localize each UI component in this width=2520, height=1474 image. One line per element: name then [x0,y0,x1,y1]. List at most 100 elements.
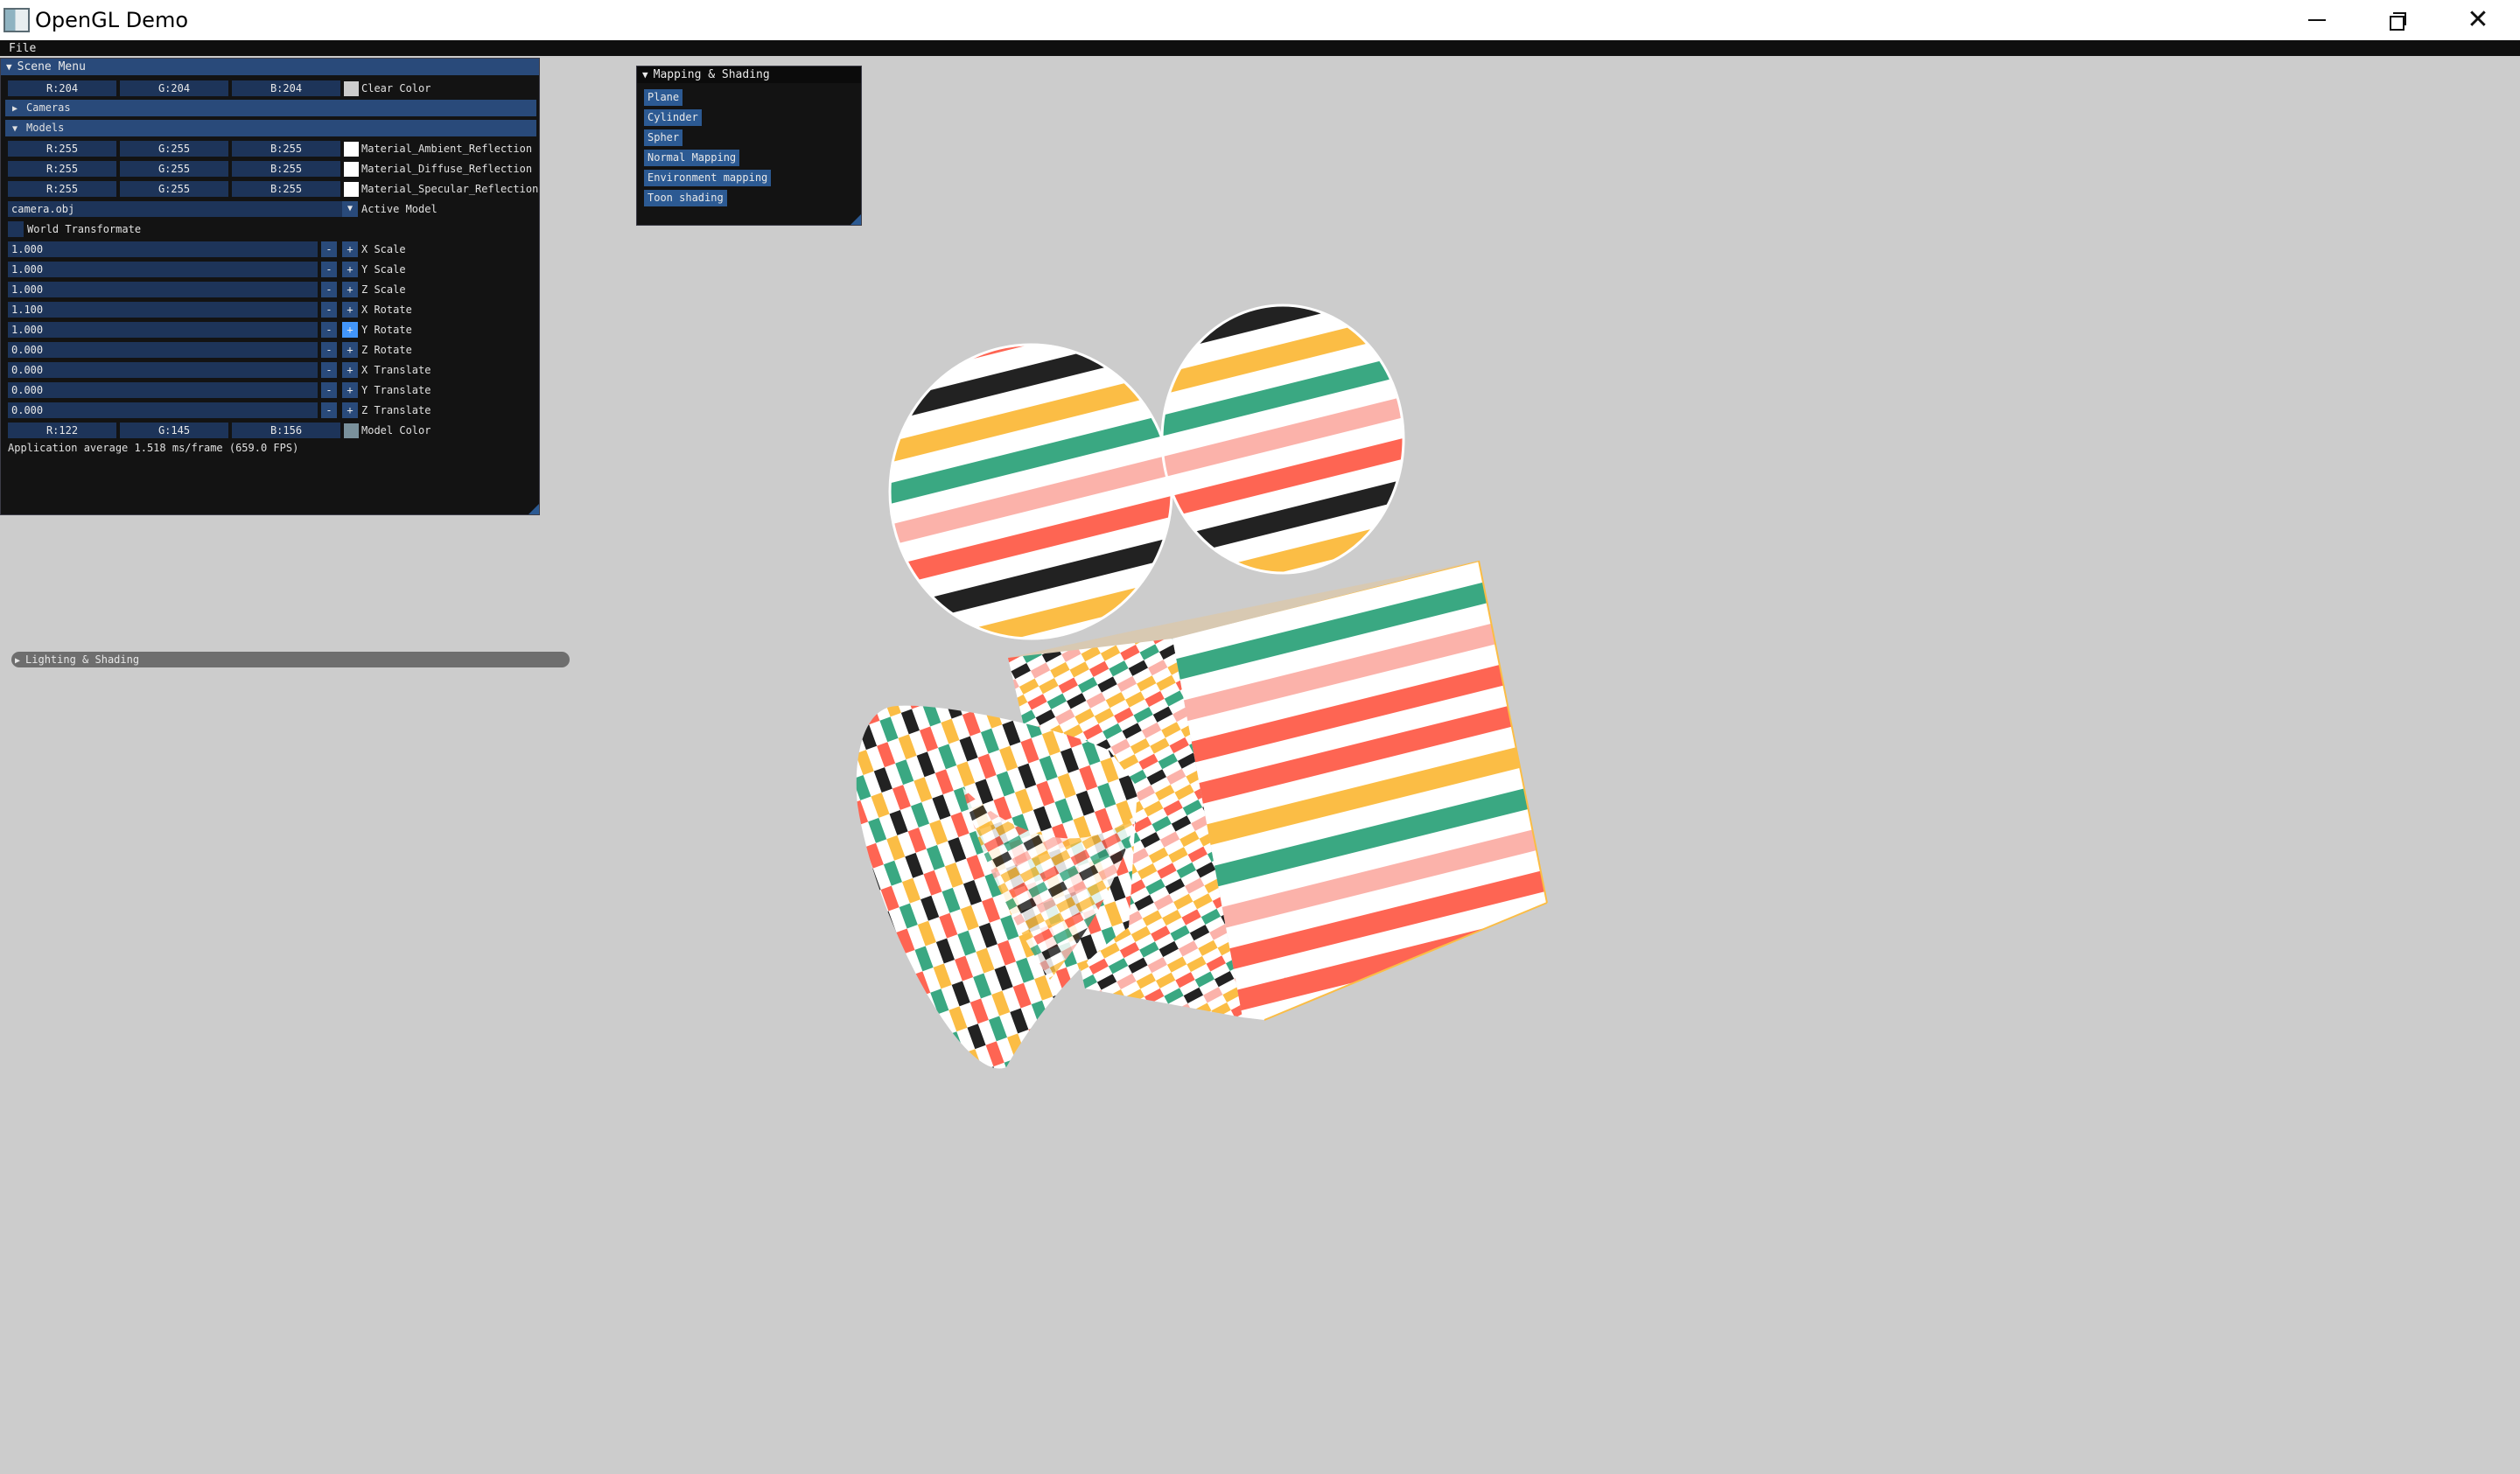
resize-grip-icon[interactable] [528,504,539,514]
window-titlebar: OpenGL Demo ✕ [0,0,2520,40]
x-rotate-plus-button[interactable]: + [342,302,358,318]
z-translate-input[interactable]: 0.000 [8,402,318,418]
y-rotate-minus-button[interactable]: - [321,322,337,338]
model-color-g[interactable]: G:145 [120,423,228,438]
minimize-button[interactable] [2277,0,2357,40]
model-color-label: Model Color [361,424,431,437]
collapse-arrow-icon: ▼ [12,124,18,134]
clear-color-g[interactable]: G:204 [120,80,228,96]
world-transform-checkbox[interactable] [8,221,24,237]
close-button[interactable]: ✕ [2438,0,2518,40]
cylinder-button[interactable]: Cylinder [644,109,702,126]
z-rotate-input[interactable]: 0.000 [8,342,318,358]
toon-shading-button[interactable]: Toon shading [644,190,727,206]
clear-color-label: Clear Color [361,82,431,94]
environment-mapping-button[interactable]: Environment mapping [644,170,772,186]
scene-menu-window[interactable]: ▼ Scene Menu R:204 G:204 B:204 Clear Colo… [0,58,540,515]
minimize-icon [2308,19,2326,21]
z-rotate-minus-button[interactable]: - [321,342,337,358]
plane-button[interactable]: Plane [644,89,683,106]
y-rotate-label: Y Rotate [361,324,412,336]
reel-left [888,343,1173,640]
world-transform-label: World Transformate [27,223,142,235]
normal-mapping-button[interactable]: Normal Mapping [644,150,740,166]
y-scale-minus-button[interactable]: - [321,262,337,277]
cameras-header[interactable]: ▶ Cameras [5,100,536,116]
model-color-r[interactable]: R:122 [8,423,116,438]
y-rotate-input[interactable]: 1.000 [8,322,318,338]
specular-g[interactable]: G:255 [120,181,228,197]
x-rotate-minus-button[interactable]: - [321,302,337,318]
x-scale-minus-button[interactable]: - [321,241,337,257]
active-model-label: Active Model [361,203,438,215]
scene-menu-titlebar[interactable]: ▼ Scene Menu [1,59,539,75]
z-rotate-plus-button[interactable]: + [342,342,358,358]
models-header[interactable]: ▼ Models [5,120,536,136]
y-scale-input[interactable]: 1.000 [8,262,318,277]
scene-menu-title: Scene Menu [17,60,86,73]
menu-bar: File [0,40,2520,56]
collapse-arrow-icon[interactable]: ▼ [6,61,12,73]
specular-label: Material_Specular_Reflection [361,183,539,195]
y-translate-plus-button[interactable]: + [342,382,358,398]
resize-grip-icon[interactable] [850,214,861,225]
chevron-down-icon[interactable]: ▼ [342,201,358,217]
clear-color-b[interactable]: B:204 [232,80,340,96]
ambient-b[interactable]: B:255 [232,141,340,157]
ambient-g[interactable]: G:255 [120,141,228,157]
window-title: OpenGL Demo [35,8,189,32]
z-translate-minus-button[interactable]: - [321,402,337,418]
mapping-shading-title: Mapping & Shading [653,68,770,81]
model-color-swatch[interactable] [344,423,359,438]
y-translate-minus-button[interactable]: - [321,382,337,398]
diffuse-label: Material_Diffuse_Reflection [361,163,533,175]
diffuse-b[interactable]: B:255 [232,161,340,177]
model-color-b[interactable]: B:156 [232,423,340,438]
ambient-swatch[interactable] [344,142,359,157]
reel-right [1160,304,1405,575]
x-rotate-input[interactable]: 1.100 [8,302,318,318]
x-translate-label: X Translate [361,364,431,376]
mapping-shading-titlebar[interactable]: ▼ Mapping & Shading [637,66,861,83]
x-scale-input[interactable]: 1.000 [8,241,318,257]
clear-color-swatch[interactable] [344,81,359,96]
y-scale-label: Y Scale [361,263,406,276]
x-translate-minus-button[interactable]: - [321,362,337,378]
menu-file[interactable]: File [9,42,36,55]
active-model-value: camera.obj [11,203,75,215]
z-scale-plus-button[interactable]: + [342,282,358,297]
lighting-shading-title: Lighting & Shading [25,653,140,666]
expand-arrow-icon: ▶ [12,104,18,114]
specular-r[interactable]: R:255 [8,181,116,197]
active-model-combo[interactable]: camera.obj ▼ [8,201,358,217]
sphere-button[interactable]: Spher [644,129,683,146]
y-rotate-plus-button[interactable]: + [342,322,358,338]
y-scale-plus-button[interactable]: + [342,262,358,277]
x-rotate-label: X Rotate [361,304,412,316]
z-scale-label: Z Scale [361,283,406,296]
diffuse-swatch[interactable] [344,162,359,177]
x-scale-plus-button[interactable]: + [342,241,358,257]
diffuse-g[interactable]: G:255 [120,161,228,177]
z-scale-minus-button[interactable]: - [321,282,337,297]
app-icon [4,8,30,32]
diffuse-r[interactable]: R:255 [8,161,116,177]
y-translate-input[interactable]: 0.000 [8,382,318,398]
z-rotate-label: Z Rotate [361,344,412,356]
models-header-label: Models [26,122,65,134]
fps-readout: Application average 1.518 ms/frame (659.… [8,442,299,454]
expand-arrow-icon[interactable]: ▶ [15,656,20,666]
collapse-arrow-icon[interactable]: ▼ [642,69,648,80]
ambient-label: Material_Ambient_Reflection [361,143,533,155]
clear-color-r[interactable]: R:204 [8,80,116,96]
x-translate-plus-button[interactable]: + [342,362,358,378]
z-scale-input[interactable]: 1.000 [8,282,318,297]
x-translate-input[interactable]: 0.000 [8,362,318,378]
mapping-shading-window[interactable]: ▼ Mapping & Shading Plane Cylinder Spher … [636,66,862,226]
z-translate-plus-button[interactable]: + [342,402,358,418]
lighting-shading-window[interactable]: ▶ Lighting & Shading [11,652,570,667]
restore-button[interactable] [2357,0,2438,40]
specular-b[interactable]: B:255 [232,181,340,197]
ambient-r[interactable]: R:255 [8,141,116,157]
specular-swatch[interactable] [344,182,359,197]
